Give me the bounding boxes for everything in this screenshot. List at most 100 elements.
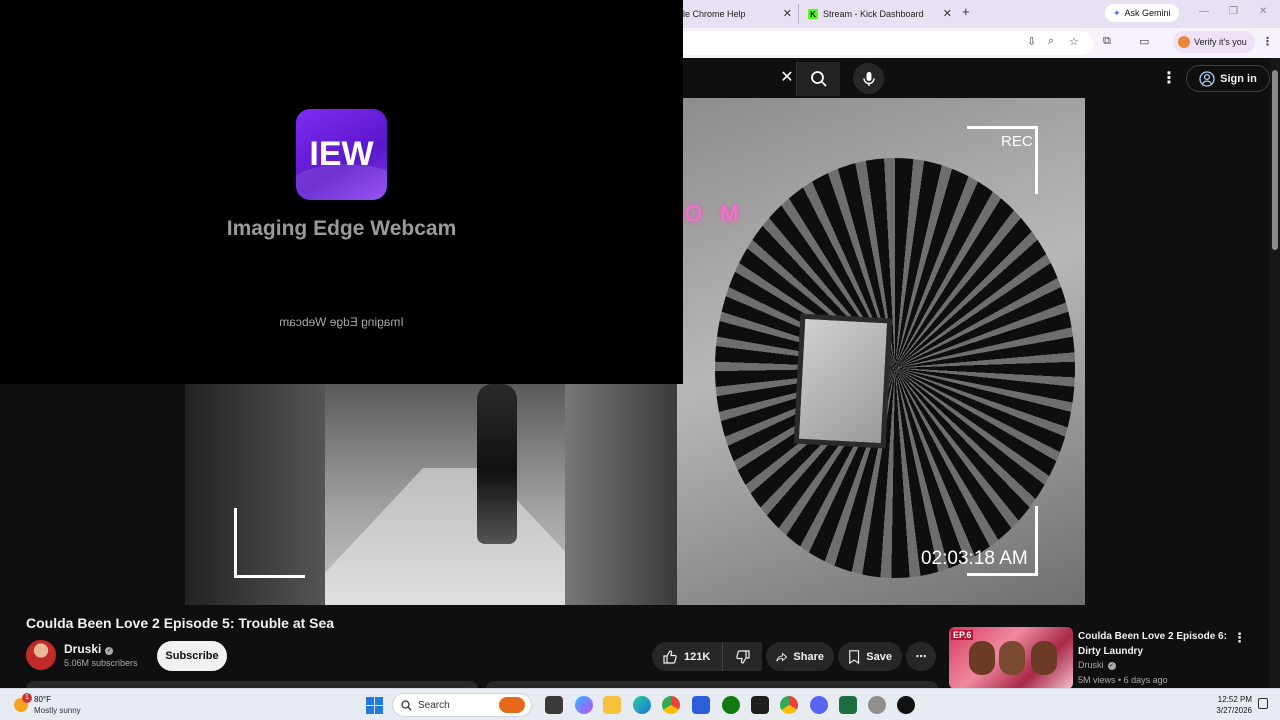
weather-widget[interactable]: 1 80°F Mostly sunny (12, 693, 122, 717)
recommended-channel-text: Druski (1078, 660, 1104, 670)
system-clock[interactable]: 12:52 PM 3/27/2026 (1208, 694, 1252, 716)
subscribe-button[interactable]: Subscribe (157, 641, 227, 671)
clear-search-icon[interactable]: ✕ (777, 68, 797, 88)
thumbnail-person (999, 641, 1025, 675)
scrollbar-thumb[interactable] (1272, 70, 1278, 250)
new-tab-button[interactable]: + (962, 4, 970, 19)
minimize-icon[interactable]: — (1199, 6, 1209, 17)
notification-center-icon[interactable] (1258, 698, 1268, 709)
imaging-edge-logo-icon: IEW (296, 109, 387, 200)
profile-avatar-icon (1178, 36, 1190, 48)
webcam-overlay-window: IEW Imaging Edge Webcam Imaging Edge Web… (0, 0, 683, 384)
search-icon (810, 71, 827, 87)
sign-in-label: Sign in (1220, 72, 1257, 85)
frame-corner-bottom-left (234, 508, 305, 578)
settings-gear-icon[interactable] (868, 696, 886, 714)
verified-badge-icon: ✓ (105, 647, 114, 655)
store-icon[interactable] (692, 696, 710, 714)
share-label: Share (793, 650, 824, 663)
recommended-channel[interactable]: Druski ✓ (1078, 660, 1116, 670)
weather-temp: 80°F (34, 695, 51, 704)
like-count: 121K (684, 650, 711, 663)
more-options-icon[interactable]: ⋮ (1161, 68, 1177, 88)
youtube-header: ✕ ⋮ Sign in (683, 58, 1280, 100)
tab-chrome-help[interactable]: le Chrome Help ✕ (683, 4, 798, 24)
episode-badge: EP.6 (951, 630, 974, 640)
xbox-icon[interactable] (722, 696, 740, 714)
recommended-video-title[interactable]: Coulda Been Love 2 Episode 6: Dirty Laun… (1078, 629, 1228, 659)
ask-gemini-button[interactable]: ✦ Ask Gemini (1105, 4, 1179, 22)
edge-browser-icon[interactable] (633, 696, 651, 714)
kick-logo-icon: K (808, 9, 818, 19)
verify-label: Verify it's you (1194, 37, 1247, 47)
clock-time: 12:52 PM (1217, 695, 1252, 704)
neon-sign-text: O M (685, 201, 745, 226)
windows-taskbar: 1 80°F Mostly sunny Search 12:52 PM 3/27… (0, 688, 1280, 720)
task-view-icon[interactable] (545, 696, 563, 714)
tab-kick-dashboard[interactable]: K Stream - Kick Dashboard ✕ (798, 4, 958, 24)
thumbs-down-icon (735, 649, 750, 664)
verify-profile-button[interactable]: Verify it's you (1173, 31, 1255, 53)
logo-text: IEW (309, 135, 374, 173)
restore-icon[interactable]: ❐ (1229, 6, 1238, 17)
search-button[interactable] (796, 62, 840, 96)
account-icon (1199, 70, 1215, 87)
search-icon (401, 699, 412, 710)
obs-icon[interactable] (897, 696, 915, 714)
recommended-more-icon[interactable]: ⋮ (1233, 630, 1246, 646)
notification-badge: 1 (22, 693, 32, 703)
clock-date: 3/27/2026 (1216, 706, 1252, 715)
chrome-icon[interactable] (662, 696, 680, 714)
sign-in-button[interactable]: Sign in (1186, 65, 1270, 92)
chrome-profile-icon[interactable] (780, 696, 798, 714)
close-window-icon[interactable]: ✕ (1259, 6, 1267, 17)
microphone-icon (862, 71, 875, 86)
excel-icon[interactable] (839, 696, 857, 714)
video-timestamp: 02:03:18 AM (921, 548, 1028, 569)
more-actions-button[interactable]: ⋯ (906, 642, 936, 671)
desktop-screen: le Chrome Help ✕ K Stream - Kick Dashboa… (0, 0, 1280, 720)
webcam-app-title: Imaging Edge Webcam (226, 217, 457, 240)
copilot-icon[interactable] (575, 696, 593, 714)
bookmark-star-icon[interactable]: ☆ (1069, 35, 1079, 48)
bookmark-icon (849, 649, 860, 664)
terminal-icon[interactable] (751, 696, 769, 714)
taskbar-search-box[interactable]: Search (392, 693, 532, 717)
file-explorer-icon[interactable] (603, 696, 621, 714)
gemini-sparkle-icon: ✦ (1113, 7, 1121, 18)
taskbar-search-label: Search (418, 699, 450, 711)
extensions-icon[interactable]: ⧉ (1103, 35, 1111, 48)
verified-badge-icon: ✓ (1107, 662, 1116, 670)
tab-label: le Chrome Help (683, 9, 746, 19)
channel-name[interactable]: Druski ✓ (64, 642, 114, 656)
webcam-mirrored-title: Imaging Edge Webcam (279, 315, 404, 329)
video-door-right (565, 384, 677, 605)
weather-condition: Mostly sunny (34, 706, 81, 715)
channel-name-text: Druski (64, 642, 102, 656)
video-title: Coulda Been Love 2 Episode 5: Trouble at… (26, 615, 335, 631)
recommended-video-thumbnail[interactable]: EP.6 (949, 627, 1073, 689)
more-horizontal-icon: ⋯ (915, 651, 927, 663)
save-button[interactable]: Save (838, 642, 902, 671)
channel-avatar[interactable] (26, 640, 56, 670)
video-person-walking (477, 384, 517, 544)
subscriber-count: 5.06M subscribers (64, 658, 138, 668)
install-app-icon[interactable]: ⇩ (1027, 35, 1036, 48)
zoom-icon[interactable]: ⌕ (1048, 35, 1054, 48)
chrome-menu-icon[interactable]: ⋮ (1262, 35, 1273, 48)
thumbs-up-icon (663, 649, 677, 664)
recommended-video-meta: 5M views • 6 days ago (1078, 675, 1168, 685)
close-tab-icon[interactable]: ✕ (943, 7, 952, 20)
thumbnail-person (1031, 641, 1057, 675)
dislike-button[interactable] (722, 642, 762, 671)
close-tab-icon[interactable]: ✕ (783, 7, 792, 20)
share-button[interactable]: Share (766, 642, 834, 671)
share-arrow-icon (776, 652, 788, 662)
side-panel-icon[interactable]: ▭ (1139, 35, 1149, 48)
thumbnail-person (969, 641, 995, 675)
voice-search-button[interactable] (853, 63, 884, 94)
windows-start-icon[interactable] (366, 697, 383, 714)
save-label: Save (866, 650, 892, 663)
discord-icon[interactable] (810, 696, 828, 714)
gemini-label: Ask Gemini (1124, 8, 1171, 18)
